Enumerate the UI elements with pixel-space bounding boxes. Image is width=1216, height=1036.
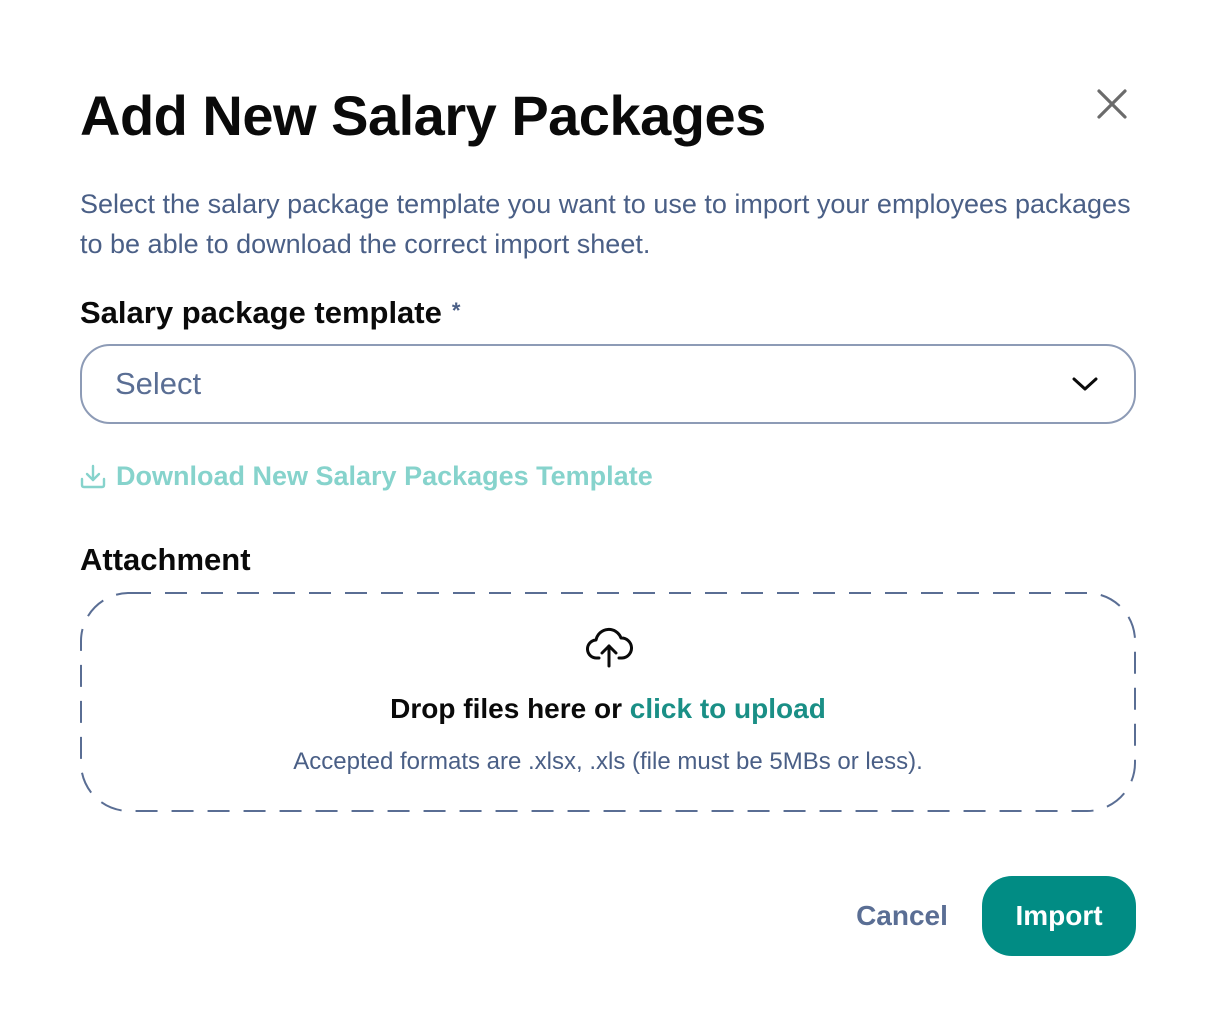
- drop-instructions: Drop files here or click to upload: [80, 689, 1136, 729]
- template-field-label-text: Salary package template: [80, 295, 442, 330]
- required-marker: *: [451, 298, 461, 323]
- dialog-title: Add New Salary Packages: [80, 84, 766, 147]
- accepted-formats-note: Accepted formats are .xlsx, .xls (file m…: [293, 748, 923, 775]
- cloud-upload-icon: [586, 627, 633, 668]
- close-button[interactable]: [1092, 84, 1132, 124]
- drop-prefix: Drop files here or: [390, 693, 630, 724]
- chevron-down-icon: [1072, 377, 1098, 391]
- download-template-link[interactable]: Download New Salary Packages Template: [80, 456, 653, 496]
- select-value: Select: [115, 366, 202, 401]
- close-icon: [1097, 89, 1127, 119]
- attachment-label: Attachment: [80, 542, 251, 577]
- click-to-upload-link[interactable]: click to upload: [630, 693, 826, 724]
- salary-template-select[interactable]: Select: [80, 344, 1136, 424]
- template-field-label: Salary package template *: [80, 293, 460, 333]
- dialog-description: Select the salary package template you w…: [80, 189, 1131, 259]
- import-button[interactable]: Import: [982, 876, 1136, 956]
- cancel-button[interactable]: Cancel: [840, 876, 964, 956]
- file-dropzone[interactable]: Drop files here or click to upload Accep…: [80, 592, 1136, 812]
- download-template-label: Download New Salary Packages Template: [116, 461, 653, 491]
- add-salary-packages-dialog: Add New Salary Packages Select the salar…: [0, 0, 1216, 1036]
- download-icon: [80, 464, 106, 489]
